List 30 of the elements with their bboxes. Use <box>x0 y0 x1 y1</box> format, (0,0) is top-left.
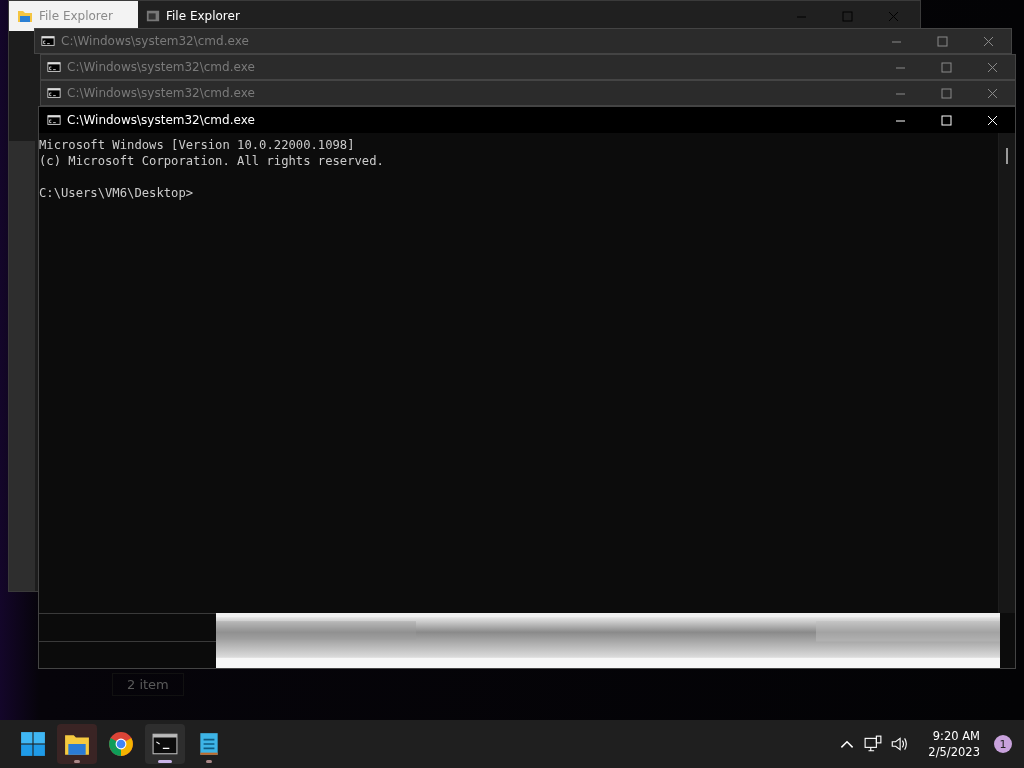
window-title: C:\Windows\system32\cmd.exe <box>67 113 255 127</box>
status-text: 2 item <box>112 673 184 696</box>
scroll-thumb[interactable] <box>1006 148 1008 164</box>
console-icon <box>47 113 61 127</box>
speaker-icon[interactable] <box>890 735 909 753</box>
running-indicator <box>74 760 80 763</box>
window-title: C:\Windows\system32\cmd.exe <box>67 60 255 74</box>
console-text: (c) Microsoft Corporation. All rights reserved. <box>39 153 385 169</box>
window-title: C:\Windows\system32\cmd.exe <box>61 34 249 48</box>
console-icon <box>41 34 55 48</box>
console-icon <box>152 731 178 757</box>
clock-date[interactable]: 2/5/2023 <box>928 744 980 760</box>
window-title: File Explorer <box>166 9 240 23</box>
running-indicator <box>158 760 172 763</box>
windows-icon <box>20 731 46 757</box>
notification-badge[interactable]: 1 <box>994 735 1012 753</box>
taskbar-button[interactable] <box>145 724 185 764</box>
network-icon[interactable] <box>864 735 883 753</box>
console-icon <box>47 60 61 74</box>
scrollbar[interactable] <box>998 133 1015 613</box>
folder-icon <box>17 8 33 24</box>
console-text: Microsoft Windows [Version 10.0.22000.1098] <box>39 137 356 153</box>
app-icon <box>146 9 160 23</box>
console-prompt: C:\Users\VM6\Desktop> <box>39 185 195 201</box>
console-icon <box>47 86 61 100</box>
running-indicator <box>206 760 212 763</box>
taskbar-button[interactable] <box>57 724 97 764</box>
clock-time[interactable]: 9:20 AM <box>932 728 980 744</box>
window-title: C:\Windows\system32\cmd.exe <box>67 86 255 100</box>
browser-icon <box>108 731 134 757</box>
